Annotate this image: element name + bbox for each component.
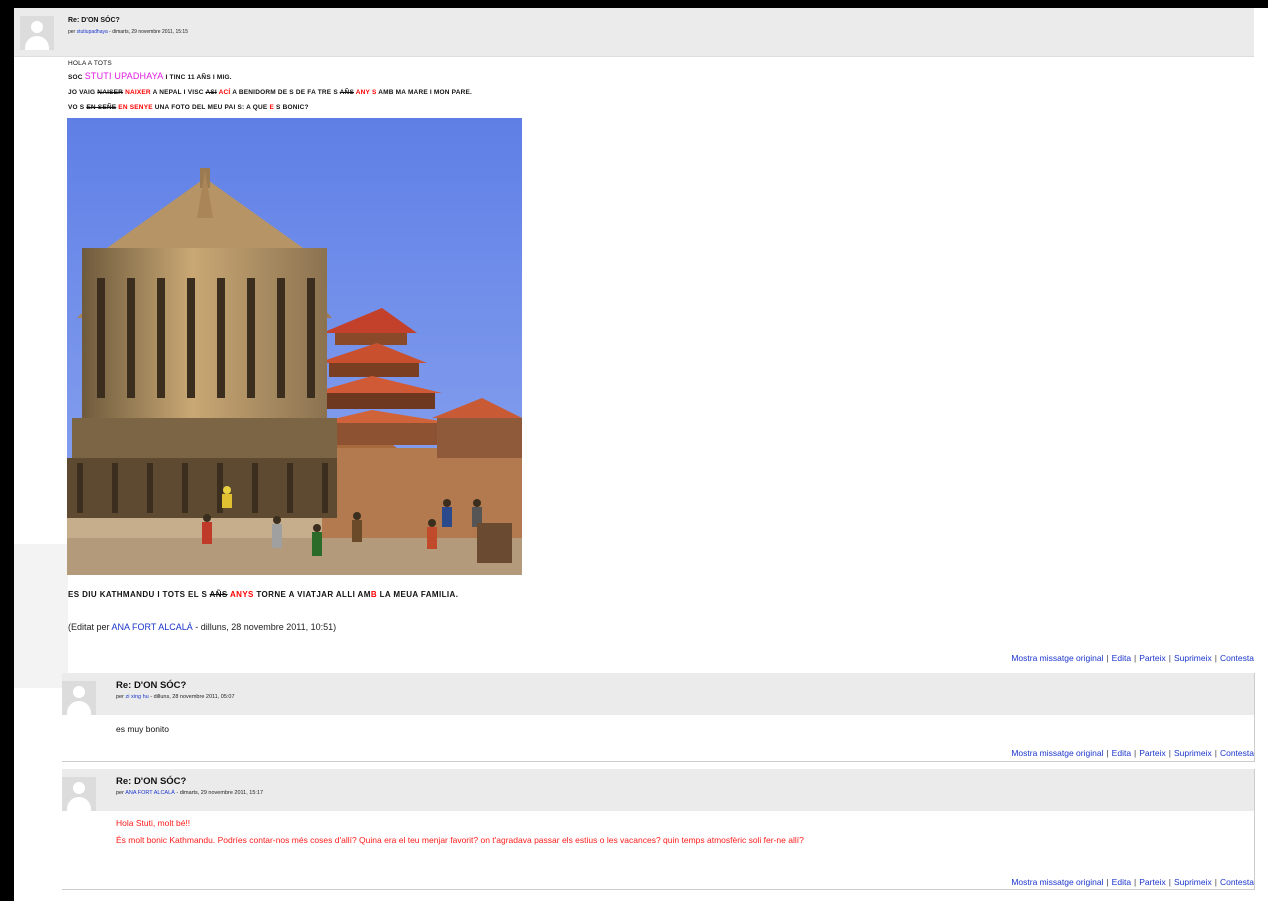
delete-link[interactable]: Suprimeix [1174,653,1212,663]
post-header: Re: D'ON SÓC? per stutiupadhaya - dimart… [14,8,1254,57]
author-link[interactable]: zi xing hu [125,694,148,700]
post-header: Re: D'ON SÓC? per zi xing hu - dilluns, … [62,673,1254,715]
split-link[interactable]: Parteix [1139,877,1165,887]
post-line: HOLA A TOTS [68,60,112,67]
show-original-link[interactable]: Mostra missatge original [1011,653,1103,663]
edit-link[interactable]: Edita [1112,748,1131,758]
post-subject: Re: D'ON SÓC? [68,17,120,24]
post-subject: Re: D'ON SÓC? [116,776,187,787]
reply-link[interactable]: Contesta [1220,748,1254,758]
edit-link[interactable]: Edita [1112,653,1131,663]
forum-post: Re: D'ON SÓC? per ANA FORT ALCALÁ - dima… [62,769,1255,890]
forum-post: Re: D'ON SÓC? per stutiupadhaya - dimart… [14,8,1268,668]
reply-link[interactable]: Contesta [1220,877,1254,887]
avatar-icon[interactable] [20,16,54,50]
post-commands: Mostra missatge original | Edita | Parteix | S… [1011,653,1254,663]
post-line: SOC STUTI UPADHAYA I TINC 11 AÑS I MIG. [68,71,232,81]
post-subject: Re: D'ON SÓC? [116,680,187,691]
avatar-icon[interactable] [62,777,96,811]
post-commands: Mostra missatge original | Edita | Parteix | S… [1011,748,1254,758]
post-line: ES DIU KATHMANDU I TOTS EL S AÑS ANYS TO… [68,590,459,599]
editor-link[interactable]: ANA FORT ALCALÁ [112,622,193,632]
show-original-link[interactable]: Mostra missatge original [1011,877,1103,887]
post-text: És molt bonic Kathmandu. Podríes contar-… [116,835,804,845]
post-header: Re: D'ON SÓC? per ANA FORT ALCALÁ - dima… [62,769,1254,811]
delete-link[interactable]: Suprimeix [1174,748,1212,758]
kathmandu-photo [67,118,522,575]
edit-note: (Editat per ANA FORT ALCALÁ - dilluns, 2… [68,622,337,632]
post-author-line: per zi xing hu - dilluns, 28 novembre 20… [116,694,235,700]
reply-link[interactable]: Contesta [1220,653,1254,663]
split-link[interactable]: Parteix [1139,748,1165,758]
post-line: VO S EN SEÑE EN SENYE UNA FOTO DEL MEU P… [68,104,309,111]
post-text: Hola Stuti, molt bé!! [116,818,191,828]
author-link[interactable]: stutiupadhaya [77,29,108,35]
post-line: JO VAIG NAISER NAIXER A NEPAL I VISC ASI… [68,89,473,96]
avatar-icon[interactable] [62,681,96,715]
post-author-line: per ANA FORT ALCALÁ - dimarts, 29 novemb… [116,790,264,796]
forum-post: Re: D'ON SÓC? per zi xing hu - dilluns, … [62,673,1255,762]
post-text: es muy bonito [116,724,169,734]
post-commands: Mostra missatge original | Edita | Parteix | S… [1011,877,1254,887]
forum-page: Re: D'ON SÓC? per stutiupadhaya - dimart… [14,8,1268,901]
author-link[interactable]: ANA FORT ALCALÁ [125,790,175,796]
show-original-link[interactable]: Mostra missatge original [1011,748,1103,758]
delete-link[interactable]: Suprimeix [1174,877,1212,887]
edit-link[interactable]: Edita [1112,877,1131,887]
post-author-line: per stutiupadhaya - dimarts, 29 novembre… [68,29,188,35]
split-link[interactable]: Parteix [1139,653,1165,663]
